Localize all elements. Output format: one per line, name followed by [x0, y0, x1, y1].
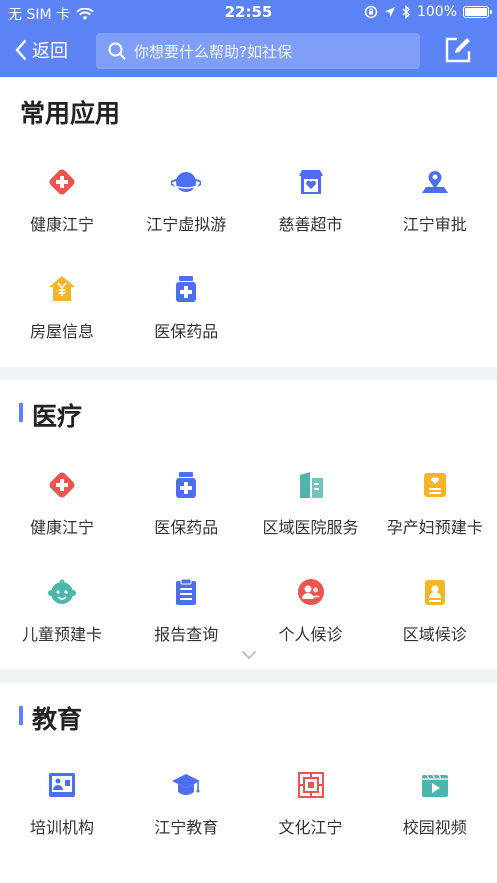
- app-tile-label: 个人候诊: [278, 625, 343, 644]
- app-tile[interactable]: 培训机构: [0, 770, 124, 870]
- app-tile-label: 报告查询: [154, 625, 219, 644]
- health-cross-icon: [49, 472, 75, 498]
- education-section: 教育 培训机构 江宁教育 文化江宁 校园视频: [0, 683, 497, 883]
- app-header: 无 SIM 卡 22:55 100% 返回 你想要什么帮助?如社保: [0, 0, 497, 77]
- bluetooth-icon: [402, 5, 410, 19]
- hospital-building-icon: [299, 472, 323, 498]
- app-tile[interactable]: 儿童预建卡: [0, 577, 124, 677]
- app-tile[interactable]: 江宁教育: [124, 770, 248, 870]
- child-face-icon: [48, 579, 76, 604]
- search-placeholder: 你想要什么帮助?如社保: [134, 42, 292, 61]
- section-accent-bar: [19, 706, 23, 725]
- app-tile[interactable]: 健康江宁: [0, 470, 124, 570]
- app-tile[interactable]: 个人候诊: [249, 577, 373, 677]
- house-yuan-icon: [49, 276, 75, 301]
- app-tile[interactable]: 孕产妇预建卡: [373, 470, 497, 570]
- app-tile[interactable]: 江宁虚拟游: [124, 167, 248, 267]
- section-title: 教育: [32, 705, 83, 734]
- orientation-lock-icon: [364, 5, 378, 19]
- training-board-icon: [49, 773, 75, 797]
- app-tile[interactable]: 健康江宁: [0, 167, 124, 267]
- health-cross-icon: [49, 169, 75, 195]
- section-accent-bar: [19, 403, 23, 422]
- medical-section: 医疗 健康江宁 医保药品 区域医院服务 孕产妇预建卡儿童预建卡 报告查询 个人候诊 区域候诊: [0, 380, 497, 669]
- app-tile-label: 健康江宁: [29, 518, 94, 537]
- app-tile[interactable]: 校园视频: [373, 770, 497, 870]
- medicine-bottle-icon: [176, 472, 197, 498]
- map-pin-icon: [421, 171, 448, 193]
- app-tile[interactable]: 医保药品: [124, 470, 248, 570]
- app-tile-label: 江宁教育: [154, 818, 219, 837]
- battery-percent: 100%: [416, 4, 457, 20]
- edit-icon[interactable]: [445, 37, 471, 63]
- app-tile[interactable]: 江宁审批: [373, 167, 497, 267]
- app-tile-label: 江宁虚拟游: [146, 215, 227, 234]
- chevron-down-icon[interactable]: [241, 650, 257, 660]
- app-tile[interactable]: 医保药品: [124, 274, 248, 374]
- person-waiting-icon: [297, 579, 324, 605]
- common-apps-section: 常用应用 健康江宁 江宁虚拟游 慈善超市 江宁审批房屋信息 医保药品: [0, 77, 497, 367]
- culture-pattern-icon: [297, 772, 324, 798]
- search-input[interactable]: 你想要什么帮助?如社保: [96, 33, 420, 69]
- app-tile-label: 江宁审批: [402, 215, 467, 234]
- area-waiting-icon: [424, 580, 445, 605]
- app-tile[interactable]: 房屋信息: [0, 274, 124, 374]
- planet-icon: [171, 172, 202, 192]
- status-bar: 无 SIM 卡 22:55 100%: [0, 0, 497, 26]
- search-icon: [108, 42, 126, 60]
- app-tile-label: 儿童预建卡: [21, 625, 102, 644]
- battery-icon: [463, 6, 492, 18]
- back-button[interactable]: 返回: [14, 37, 68, 63]
- app-tile-label: 培训机构: [29, 818, 94, 837]
- section-title: 常用应用: [20, 99, 121, 128]
- app-tile-label: 校园视频: [402, 818, 467, 837]
- app-tile[interactable]: 慈善超市: [249, 167, 373, 267]
- graduation-cap-icon: [172, 774, 201, 795]
- app-tile-label: 区域医院服务: [262, 518, 359, 537]
- app-tile-label: 医保药品: [154, 518, 219, 537]
- back-label: 返回: [32, 41, 68, 62]
- section-title: 医疗: [32, 402, 83, 431]
- report-clipboard-icon: [176, 578, 197, 605]
- video-play-icon: [421, 774, 448, 797]
- app-tile-label: 医保药品: [154, 322, 219, 341]
- medicine-bottle-icon: [176, 276, 197, 302]
- app-tile[interactable]: 报告查询: [124, 577, 248, 677]
- app-tile-label: 孕产妇预建卡: [386, 518, 483, 537]
- nav-bar: 返回 你想要什么帮助?如社保: [0, 27, 497, 75]
- app-tile[interactable]: 区域候诊: [373, 577, 497, 677]
- app-tile[interactable]: 区域医院服务: [249, 470, 373, 570]
- maternal-card-icon: [423, 473, 446, 497]
- app-tile-label: 慈善超市: [278, 215, 343, 234]
- app-tile-label: 区域候诊: [402, 625, 467, 644]
- app-tile-label: 房屋信息: [29, 322, 94, 341]
- shop-heart-icon: [298, 170, 323, 194]
- chevron-left-icon: [15, 39, 27, 61]
- location-arrow-icon: [384, 7, 395, 17]
- app-tile[interactable]: 文化江宁: [249, 770, 373, 870]
- app-tile-label: 健康江宁: [29, 215, 94, 234]
- app-tile-label: 文化江宁: [278, 818, 343, 837]
